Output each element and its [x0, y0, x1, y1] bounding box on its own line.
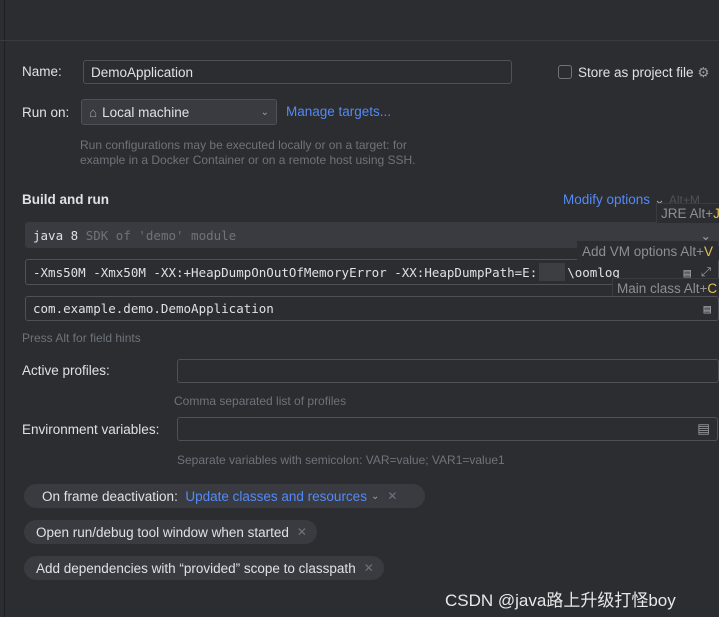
provided-scope-chip[interactable]: Add dependencies with “provided” scope t… [24, 556, 384, 580]
close-icon[interactable]: ✕ [387, 489, 397, 503]
checkbox[interactable] [558, 65, 572, 79]
watermark: CSDN @java路上升级打怪boy [445, 591, 676, 610]
run-on-value: Local machine [102, 104, 190, 120]
run-on-dropdown[interactable]: ⌂ Local machine ⌄ [81, 99, 277, 125]
frame-deactivation-label: On frame deactivation: [42, 488, 178, 504]
browse-icon[interactable]: ▤ [703, 301, 711, 316]
main-class-value: com.example.demo.DemoApplication [33, 301, 274, 316]
manage-targets-link[interactable]: Manage targets... [286, 104, 391, 119]
build-and-run-title: Build and run [22, 192, 109, 207]
modify-options-label: Modify options [563, 192, 651, 207]
sdk-value: java 8 [33, 227, 79, 243]
chevron-down-icon: ⌄ [260, 106, 269, 118]
jre-shortcut-popup: JRE Alt+J [656, 203, 719, 224]
store-as-project-file-checkbox[interactable]: Store as project file ⚙ [558, 65, 709, 81]
active-profiles-input[interactable] [177, 359, 719, 383]
environment-variables-label: Environment variables: [22, 422, 160, 437]
run-on-hint-2: example in a Docker Container or on a re… [80, 153, 416, 167]
left-divider [4, 0, 5, 617]
store-label: Store as project file [578, 65, 694, 80]
run-on-label: Run on: [22, 105, 70, 120]
frame-deactivation-chip[interactable]: On frame deactivation: Update classes an… [24, 484, 425, 508]
environment-variables-input[interactable]: ▤ [177, 417, 718, 441]
edit-icon[interactable]: ▤ [697, 421, 710, 437]
vm-options-shortcut-popup: Add VM options Alt+V [577, 241, 718, 262]
open-tool-window-chip[interactable]: Open run/debug tool window when started ✕ [24, 520, 317, 544]
open-tool-window-label: Open run/debug tool window when started [36, 524, 289, 540]
field-hint: Press Alt for field hints [22, 331, 141, 345]
home-icon: ⌂ [89, 104, 98, 120]
gear-icon[interactable]: ⚙ [697, 65, 709, 80]
profiles-hint: Comma separated list of profiles [174, 394, 347, 408]
name-label: Name: [22, 64, 62, 79]
run-on-hint-1: Run configurations may be executed local… [80, 138, 407, 152]
close-icon[interactable]: ✕ [297, 525, 307, 539]
name-input[interactable]: DemoApplication [83, 60, 512, 84]
frame-deactivation-value[interactable]: Update classes and resources [185, 489, 367, 504]
name-value: DemoApplication [91, 64, 194, 80]
vm-options-value: -Xms50M -Xmx50M -XX:+HeapDumpOnOutOfMemo… [33, 264, 538, 280]
sdk-hint: SDK of 'demo' module [85, 227, 237, 243]
top-divider [0, 40, 719, 41]
close-icon[interactable]: ✕ [364, 561, 374, 575]
active-profiles-label: Active profiles: [22, 363, 110, 378]
redacted-block [539, 263, 566, 281]
provided-scope-label: Add dependencies with “provided” scope t… [36, 560, 356, 576]
main-class-input[interactable]: com.example.demo.DemoApplication ▤ [25, 296, 719, 321]
env-hint: Separate variables with semicolon: VAR=v… [177, 453, 505, 467]
chevron-down-icon: ⌄ [370, 490, 380, 502]
